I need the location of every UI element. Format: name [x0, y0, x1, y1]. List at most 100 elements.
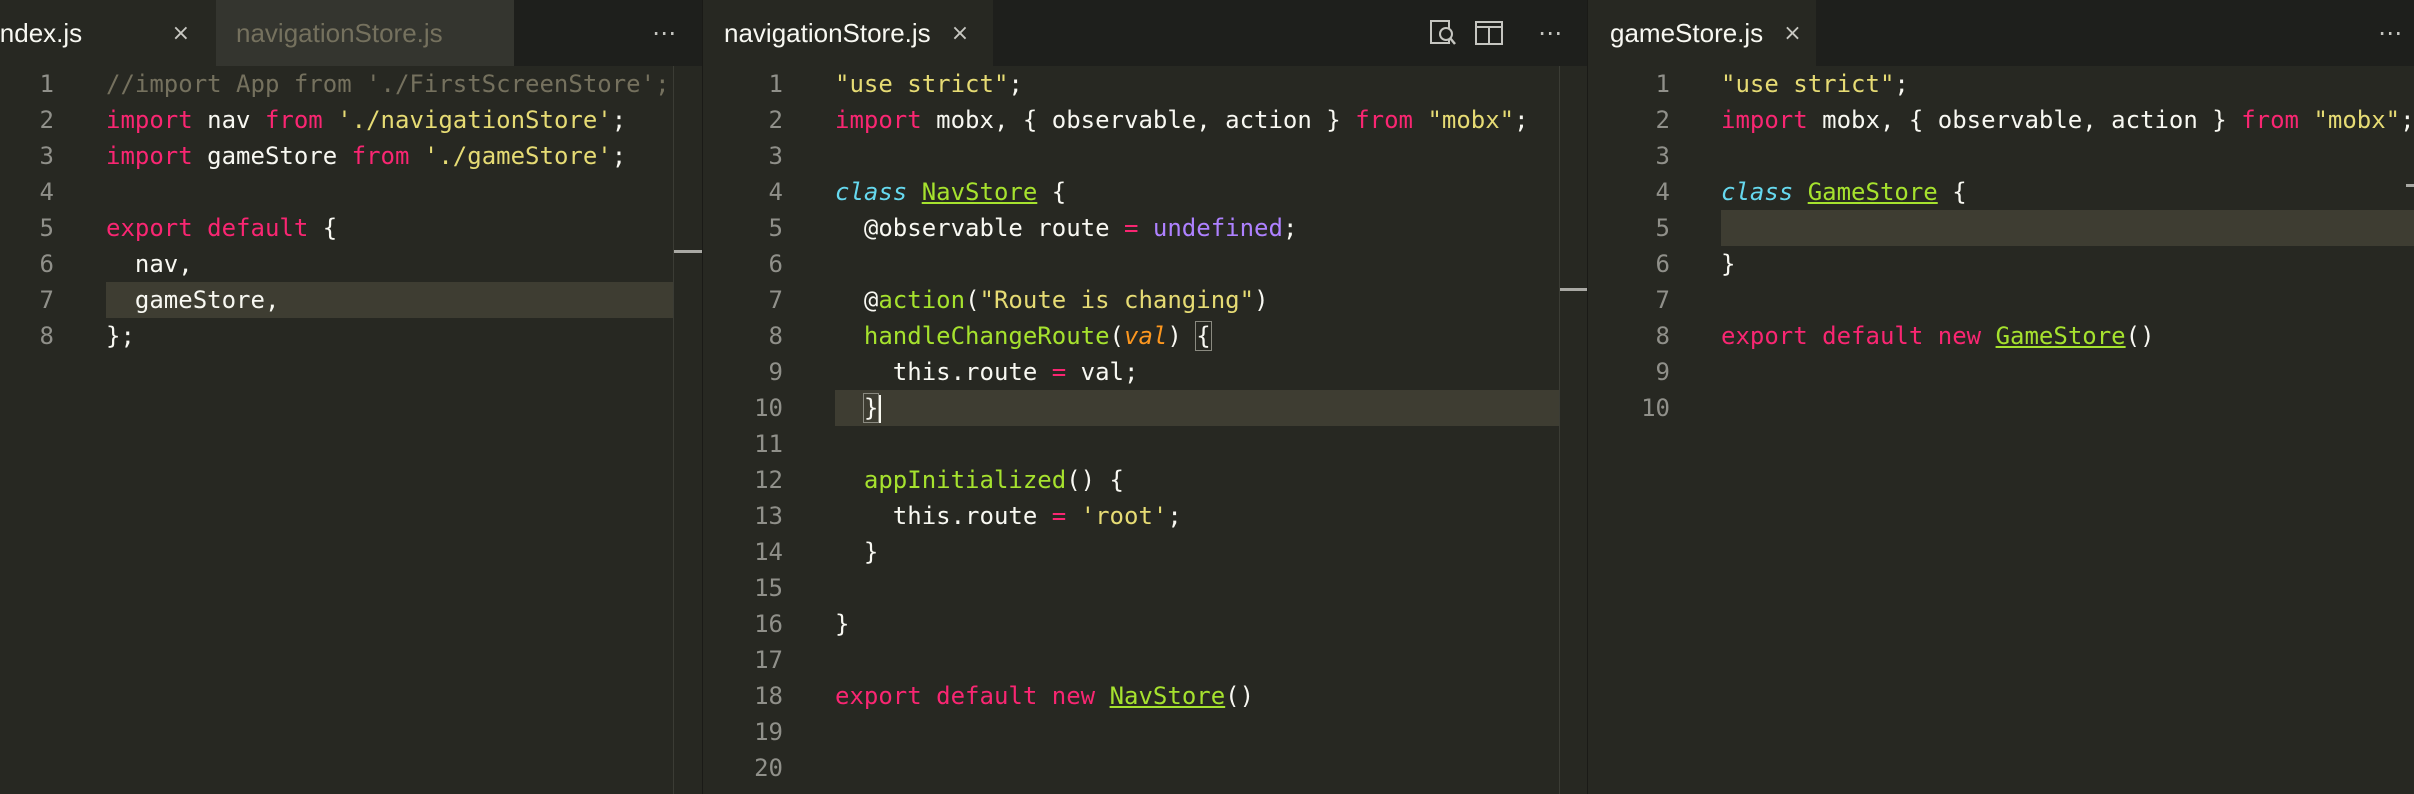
line-text: class NavStore {	[835, 178, 1067, 206]
code-line: 17	[703, 642, 1588, 678]
tab-navigationstore-js[interactable]: navigationStore.js ×	[703, 0, 993, 66]
line-text: export default {	[106, 214, 338, 242]
code-line: 7 @action("Route is changing")	[703, 282, 1588, 318]
line-text: class GameStore {	[1721, 178, 1967, 206]
tab-index-js[interactable]: index.js ×	[0, 0, 216, 66]
line-text: import nav from './navigationStore';	[106, 106, 627, 134]
tab-label: index.js	[0, 17, 83, 48]
code-line: 20	[703, 750, 1588, 786]
line-number: 4	[1655, 178, 1670, 206]
editor-group-middle: navigationStore.js × ⋯ 1 "use strict"; 2…	[702, 0, 1588, 794]
code-line: 5 @observable route = undefined;	[703, 210, 1588, 246]
line-number: 19	[754, 718, 783, 746]
tab-label: gameStore.js	[1610, 17, 1764, 48]
code-line: 3	[703, 138, 1588, 174]
code-line: 8 };	[0, 318, 702, 354]
line-text: "use strict";	[1721, 70, 1909, 98]
line-number: 4	[39, 178, 54, 206]
line-number: 3	[768, 142, 783, 170]
overview-ruler-marker	[1560, 288, 1588, 291]
code-line: 9	[1588, 354, 2414, 390]
close-icon[interactable]: ×	[951, 21, 969, 46]
close-icon[interactable]: ×	[1783, 21, 1801, 46]
tab-gamestore-js[interactable]: gameStore.js ×	[1588, 0, 1816, 66]
line-text: export default new GameStore()	[1721, 322, 2155, 350]
code-line: 2 import mobx, { observable, action } fr…	[1588, 102, 2414, 138]
line-number: 20	[754, 754, 783, 782]
code-line: 1 "use strict";	[703, 66, 1588, 102]
code-line: 3 import gameStore from './gameStore';	[0, 138, 702, 174]
line-number: 10	[754, 394, 783, 422]
line-number: 8	[1655, 322, 1670, 350]
code-line: 4 class GameStore {	[1588, 174, 2414, 210]
code-line: 12 appInitialized() {	[703, 462, 1588, 498]
code-line: 14 }	[703, 534, 1588, 570]
code-line: 8 export default new GameStore()	[1588, 318, 2414, 354]
line-number: 17	[754, 646, 783, 674]
code-view[interactable]: 1 "use strict"; 2 import mobx, { observa…	[1588, 66, 2414, 794]
overview-ruler-marker	[2406, 184, 2414, 187]
line-text: import gameStore from './gameStore';	[106, 142, 627, 170]
line-number: 2	[1655, 106, 1670, 134]
line-number: 7	[39, 286, 54, 314]
line-number: 9	[768, 358, 783, 386]
code-line: 9 this.route = val;	[703, 354, 1588, 390]
code-line: 8 handleChangeRoute(val) {	[703, 318, 1588, 354]
text-cursor	[879, 395, 882, 423]
line-text: export default new NavStore()	[835, 682, 1255, 710]
code-line: 1 //import App from './FirstScreenStore'…	[0, 66, 702, 102]
code-line: 2 import nav from './navigationStore';	[0, 102, 702, 138]
line-number: 13	[754, 502, 783, 530]
line-number: 5	[1655, 214, 1670, 242]
overview-ruler-marker	[674, 250, 702, 253]
line-text: import mobx, { observable, action } from…	[835, 106, 1529, 134]
line-number: 15	[754, 574, 783, 602]
line-number: 7	[1655, 286, 1670, 314]
close-icon[interactable]: ×	[172, 21, 190, 46]
line-number: 3	[1655, 142, 1670, 170]
tab-bar: navigationStore.js × ⋯	[703, 0, 1588, 66]
line-number: 6	[768, 250, 783, 278]
tab-bar: gameStore.js × ⋯	[1588, 0, 2414, 66]
editor-group-right: gameStore.js × ⋯ 1 "use strict"; 2 impor…	[1587, 0, 2414, 794]
line-text: }	[1721, 250, 1736, 278]
tab-label: navigationStore.js	[236, 17, 443, 48]
line-number: 12	[754, 466, 783, 494]
code-line-current: 10 }	[703, 390, 1588, 426]
line-text: appInitialized() {	[863, 466, 1124, 494]
line-number: 10	[1641, 394, 1670, 422]
more-actions-icon[interactable]: ⋯	[1530, 0, 1570, 66]
line-number: 5	[39, 214, 54, 242]
line-number: 2	[39, 106, 54, 134]
search-preview-icon[interactable]	[1423, 0, 1463, 66]
line-number: 1	[39, 70, 54, 98]
line-text: nav,	[106, 250, 193, 278]
more-actions-icon[interactable]: ⋯	[644, 0, 684, 66]
code-view[interactable]: 1 //import App from './FirstScreenStore'…	[0, 66, 702, 794]
split-editor-icon[interactable]	[1469, 0, 1509, 66]
vertical-scrollbar[interactable]	[1559, 66, 1588, 794]
more-actions-icon[interactable]: ⋯	[2370, 0, 2410, 66]
line-number: 9	[1655, 358, 1670, 386]
line-text: }	[835, 390, 882, 426]
code-line: 19	[703, 714, 1588, 750]
tab-navigationstore-js[interactable]: navigationStore.js	[216, 0, 514, 66]
vertical-scrollbar[interactable]	[673, 66, 702, 794]
code-line: 15	[703, 570, 1588, 606]
code-line: 18 export default new NavStore()	[703, 678, 1588, 714]
tab-bar: index.js × navigationStore.js ⋯	[0, 0, 702, 66]
code-view[interactable]: 1 "use strict"; 2 import mobx, { observa…	[703, 66, 1588, 794]
code-line: 4	[0, 174, 702, 210]
line-text: }	[835, 610, 850, 638]
line-number: 3	[39, 142, 54, 170]
current-line-highlight	[835, 390, 1588, 426]
code-line: 16 }	[703, 606, 1588, 642]
code-line: 2 import mobx, { observable, action } fr…	[703, 102, 1588, 138]
current-line-highlight	[1721, 210, 2414, 246]
line-text: handleChangeRoute(val) {	[863, 321, 1212, 351]
code-line: 3	[1588, 138, 2414, 174]
editor-area: index.js × navigationStore.js ⋯ 1 //impo…	[0, 0, 2414, 794]
line-number: 18	[754, 682, 783, 710]
line-text: this.route = 'root';	[835, 502, 1182, 530]
code-line: 6	[703, 246, 1588, 282]
